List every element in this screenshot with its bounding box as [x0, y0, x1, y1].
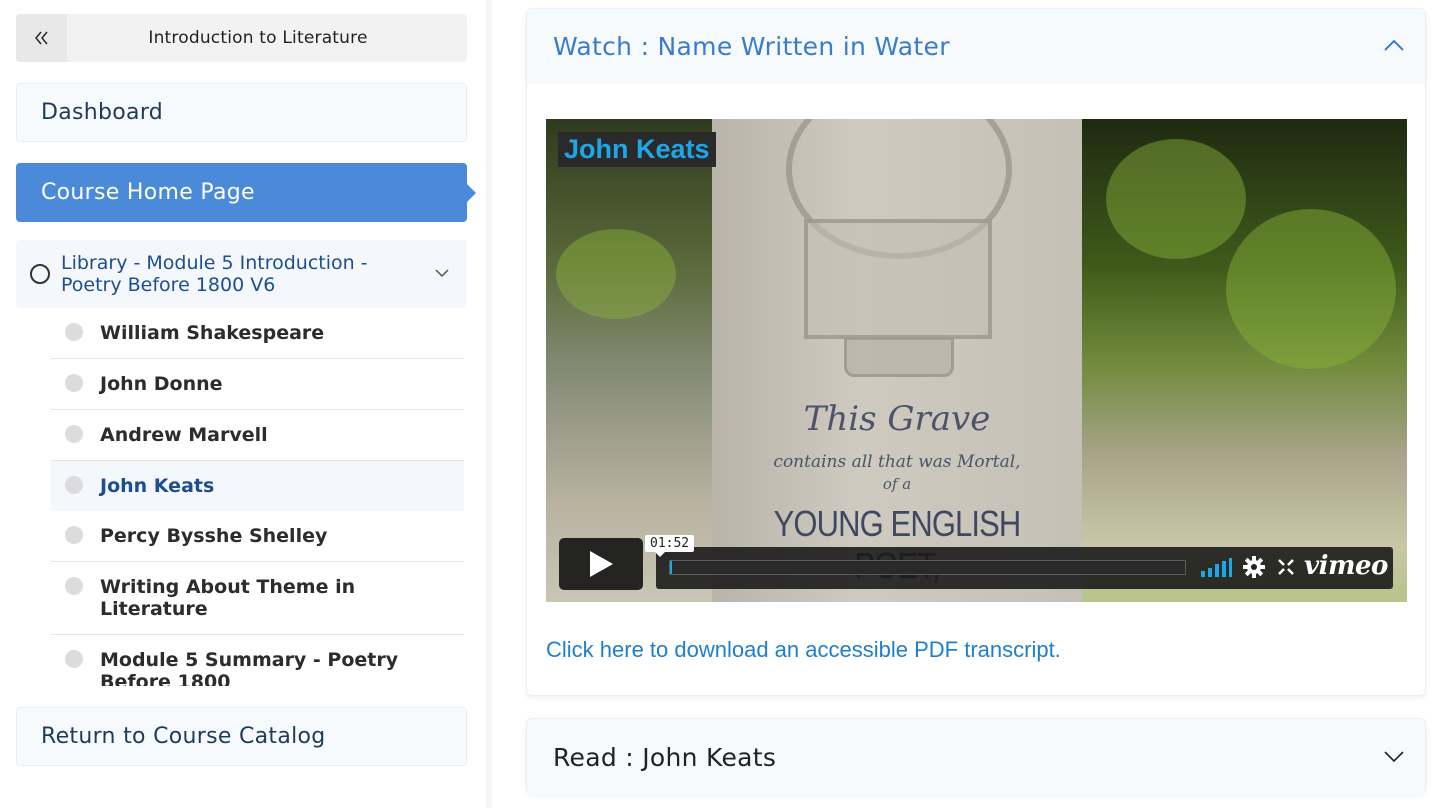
- lesson-status-icon: [65, 650, 83, 668]
- foliage: [1226, 209, 1396, 369]
- progress-fill: [670, 561, 673, 574]
- lesson-label: John Donne: [100, 373, 223, 395]
- module-title: Library - Module 5 Introduction - Poetry…: [61, 252, 368, 296]
- video-player[interactable]: This Grave contains all that was Mortal,…: [546, 119, 1407, 602]
- module-header[interactable]: Library - Module 5 Introduction - Poetry…: [16, 240, 467, 308]
- lesson-item[interactable]: Andrew Marvell: [51, 410, 464, 461]
- gravestone-scroll: [844, 337, 954, 377]
- video-background: [546, 119, 716, 602]
- nav-course-home-page[interactable]: Course Home Page: [16, 163, 476, 222]
- lesson-status-icon: [65, 577, 83, 595]
- gravestone-tablet: [804, 219, 992, 339]
- play-button[interactable]: [559, 538, 643, 590]
- chevron-up-icon[interactable]: [1383, 35, 1405, 57]
- lesson-status-icon: [65, 374, 83, 392]
- video-caption: John Keats: [558, 132, 716, 167]
- lesson-item[interactable]: John Keats: [51, 461, 464, 511]
- vimeo-logo[interactable]: vimeo: [1304, 551, 1388, 581]
- nav-dashboard[interactable]: Dashboard: [16, 83, 467, 142]
- lesson-status-icon: [65, 476, 83, 494]
- lesson-label: Percy Bysshe Shelley: [100, 525, 328, 547]
- inscription-line: of a: [882, 475, 912, 493]
- foliage: [556, 229, 676, 319]
- lesson-label: Writing About Theme in Literature: [100, 576, 356, 620]
- lesson-item[interactable]: Percy Bysshe Shelley: [51, 511, 464, 562]
- fullscreen-icon[interactable]: [1277, 558, 1295, 576]
- read-panel-title: Read : John Keats: [553, 742, 777, 772]
- transcript-download-link[interactable]: Click here to download an accessible PDF…: [546, 637, 1061, 663]
- sidebar-divider: [486, 0, 492, 808]
- lesson-status-icon: [65, 323, 83, 341]
- lesson-label: John Keats: [100, 475, 215, 497]
- read-panel-header[interactable]: Read : John Keats: [527, 719, 1425, 795]
- watch-panel-header[interactable]: Watch : Name Written in Water: [527, 9, 1425, 84]
- double-chevron-left-icon: [34, 31, 48, 45]
- course-header: Introduction to Literature: [16, 14, 467, 62]
- progress-bar[interactable]: [669, 560, 1186, 575]
- sidebar: Introduction to Literature Dashboard Cou…: [0, 0, 488, 808]
- module-status-icon: [30, 264, 50, 284]
- settings-gear-icon[interactable]: [1243, 556, 1265, 578]
- lesson-status-icon: [65, 526, 83, 544]
- lesson-item[interactable]: William Shakespeare: [51, 308, 464, 359]
- lesson-label: Module 5 Summary - Poetry Before 1800: [100, 649, 399, 686]
- foliage: [1106, 139, 1246, 259]
- lesson-list: William Shakespeare John Donne Andrew Marv…: [51, 308, 464, 686]
- chevron-down-icon[interactable]: [433, 264, 451, 282]
- collapse-sidebar-button[interactable]: [16, 14, 67, 62]
- volume-icon[interactable]: [1200, 557, 1232, 577]
- course-title: Introduction to Literature: [148, 28, 368, 48]
- watch-panel-title: Watch : Name Written in Water: [553, 32, 950, 61]
- time-tooltip: 01:52: [645, 535, 695, 557]
- chevron-down-icon[interactable]: [1383, 745, 1405, 767]
- lesson-status-icon: [65, 425, 83, 443]
- inscription-line: contains all that was Mortal,: [773, 452, 1021, 472]
- gravestone: This Grave contains all that was Mortal,…: [712, 119, 1082, 602]
- lesson-label: William Shakespeare: [100, 322, 325, 344]
- watch-panel: Watch : Name Written in Water This Grave…: [526, 8, 1426, 696]
- lesson-item[interactable]: Module 5 Summary - Poetry Before 1800: [51, 635, 464, 686]
- lesson-label: Andrew Marvell: [100, 424, 268, 446]
- play-icon: [590, 551, 613, 577]
- lesson-item[interactable]: Writing About Theme in Literature: [51, 562, 464, 635]
- inscription-line: This Grave: [803, 399, 991, 439]
- nav-return-to-course-catalog[interactable]: Return to Course Catalog: [16, 707, 467, 766]
- read-panel: Read : John Keats: [526, 718, 1426, 795]
- player-controls: vimeo: [656, 547, 1393, 589]
- lesson-item[interactable]: John Donne: [51, 359, 464, 410]
